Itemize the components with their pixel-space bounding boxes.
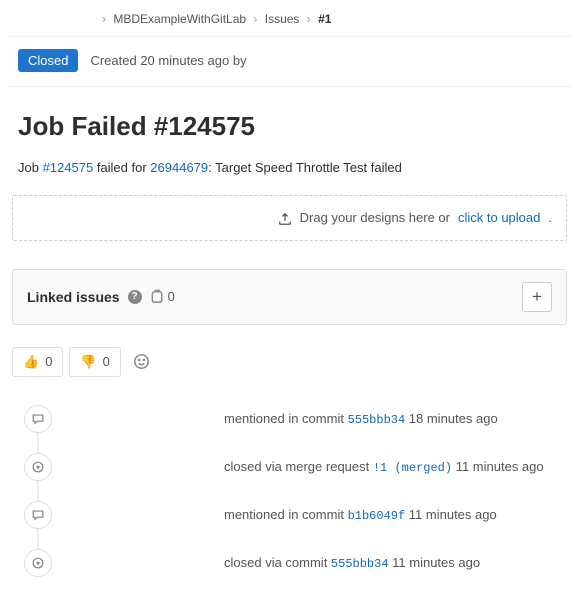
- timeline-ref-link[interactable]: !1 (merged): [373, 461, 452, 475]
- timeline-ref-link[interactable]: 555bbb34: [331, 557, 389, 571]
- dropzone-tail: .: [548, 210, 552, 225]
- status-icon: [24, 453, 52, 481]
- timeline-pre: closed via commit: [224, 555, 331, 570]
- add-linked-issue-button[interactable]: +: [522, 282, 552, 312]
- timeline-time: 18 minutes ago: [405, 411, 498, 426]
- breadcrumb-separator: ›: [253, 12, 257, 26]
- comment-icon: [24, 501, 52, 529]
- page-title: Job Failed #124575: [18, 111, 571, 142]
- desc-text: Job: [18, 160, 43, 175]
- design-dropzone[interactable]: Drag your designs here or click to uploa…: [12, 195, 567, 241]
- timeline-item: mentioned in commit b1b6049f 11 minutes …: [12, 491, 567, 539]
- dropzone-text: Drag your designs here or: [300, 210, 450, 225]
- linked-issues-panel: Linked issues ? 0 +: [12, 269, 567, 325]
- timeline-ref-link[interactable]: b1b6049f: [348, 509, 406, 523]
- status-badge: Closed: [18, 49, 78, 72]
- status-icon: [24, 549, 52, 577]
- linked-issues-title: Linked issues: [27, 289, 120, 305]
- timeline-time: 11 minutes ago: [389, 555, 481, 570]
- issue-count-icon: 0: [150, 289, 175, 304]
- breadcrumb-separator: ›: [102, 12, 106, 26]
- job-link[interactable]: #124575: [43, 160, 94, 175]
- timeline-text: mentioned in commit b1b6049f 11 minutes …: [224, 507, 497, 523]
- activity-timeline: mentioned in commit 555bbb34 18 minutes …: [12, 395, 567, 587]
- desc-text: : Target Speed Throttle Test failed: [208, 160, 402, 175]
- add-reaction-button[interactable]: [127, 347, 157, 377]
- reactions-bar: 👍 0 👎 0: [12, 347, 567, 377]
- commit-link[interactable]: 26944679: [150, 160, 208, 175]
- timeline-text: closed via merge request !1 (merged) 11 …: [224, 459, 544, 475]
- timeline-item: closed via merge request !1 (merged) 11 …: [12, 443, 567, 491]
- breadcrumb-current: #1: [318, 12, 331, 26]
- timeline-time: 11 minutes ago: [405, 507, 497, 522]
- breadcrumb-project[interactable]: MBDExampleWithGitLab: [113, 12, 246, 26]
- timeline-time: 11 minutes ago: [452, 459, 544, 474]
- thumbs-down-count: 0: [103, 354, 110, 369]
- timeline-item: closed via commit 555bbb34 11 minutes ag…: [12, 539, 567, 587]
- timeline-text: closed via commit 555bbb34 11 minutes ag…: [224, 555, 480, 571]
- thumbs-down-icon: 👎: [80, 354, 96, 370]
- comment-icon: [24, 405, 52, 433]
- created-text: Created 20 minutes ago by: [90, 53, 246, 68]
- timeline-pre: closed via merge request: [224, 459, 373, 474]
- breadcrumb-section[interactable]: Issues: [265, 12, 300, 26]
- linked-count: 0: [168, 289, 175, 304]
- thumbs-up-button[interactable]: 👍 0: [12, 347, 63, 377]
- thumbs-up-icon: 👍: [23, 354, 39, 370]
- thumbs-up-count: 0: [45, 354, 52, 369]
- timeline-text: mentioned in commit 555bbb34 18 minutes …: [224, 411, 498, 427]
- timeline-ref-link[interactable]: 555bbb34: [348, 413, 406, 427]
- breadcrumb-separator: ›: [307, 12, 311, 26]
- status-row: Closed Created 20 minutes ago by: [8, 37, 571, 87]
- thumbs-down-button[interactable]: 👎 0: [69, 347, 120, 377]
- desc-text: failed for: [93, 160, 150, 175]
- timeline-pre: mentioned in commit: [224, 507, 348, 522]
- issue-description: Job #124575 failed for 26944679: Target …: [18, 160, 571, 175]
- help-icon[interactable]: ?: [128, 290, 142, 304]
- timeline-pre: mentioned in commit: [224, 411, 348, 426]
- upload-link[interactable]: click to upload: [458, 210, 540, 225]
- timeline-item: mentioned in commit 555bbb34 18 minutes …: [12, 395, 567, 443]
- upload-icon: [278, 210, 292, 226]
- breadcrumb: › MBDExampleWithGitLab › Issues › #1: [8, 8, 571, 37]
